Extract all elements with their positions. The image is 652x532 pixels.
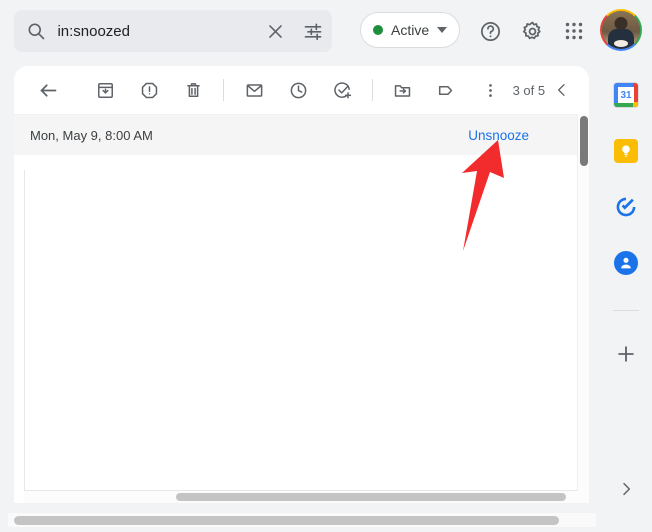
delete-button[interactable]: [177, 73, 211, 107]
avatar[interactable]: [600, 9, 642, 51]
status-chip[interactable]: Active: [360, 12, 461, 48]
calendar-icon: 31: [614, 83, 638, 107]
side-panel-item-keep[interactable]: [609, 134, 643, 168]
message-counter: 3 of 5: [512, 82, 546, 98]
gmail-message-view: Active: [0, 0, 652, 532]
app-header: Active: [0, 0, 652, 62]
chevron-down-icon: [437, 27, 448, 33]
calendar-day: 31: [618, 87, 634, 103]
side-panel-item-tasks[interactable]: [609, 190, 643, 224]
help-icon[interactable]: [473, 14, 507, 48]
report-spam-button[interactable]: [133, 73, 167, 107]
page-horizontal-scrollbar[interactable]: [8, 513, 596, 527]
message-horizontal-scrollbar[interactable]: [24, 491, 579, 503]
toolbar-divider: [223, 79, 225, 101]
message-toolbar: 3 of 5: [14, 66, 589, 114]
side-panel-item-contacts[interactable]: [609, 246, 643, 280]
vertical-scrollbar-thumb[interactable]: [580, 116, 588, 166]
search-bar[interactable]: [14, 10, 332, 52]
move-to-button[interactable]: [386, 73, 420, 107]
side-panel: 31: [600, 62, 652, 532]
message-vertical-scrollbar[interactable]: [577, 114, 589, 503]
expand-side-panel-button[interactable]: [609, 472, 643, 506]
close-icon[interactable]: [256, 10, 294, 52]
apps-grid-icon[interactable]: [557, 14, 591, 48]
horizontal-scrollbar-thumb[interactable]: [176, 493, 566, 501]
message-card: 3 of 5 Mon, May 9, 8:00 AM Unsnooze: [14, 66, 589, 503]
toolbar-divider-2: [372, 79, 374, 101]
search-icon: [14, 21, 57, 41]
back-button[interactable]: [32, 73, 66, 107]
search-options-icon[interactable]: [294, 10, 332, 52]
more-options-button[interactable]: [474, 73, 508, 107]
tasks-icon: [616, 197, 636, 217]
search-input[interactable]: [57, 22, 257, 40]
page-horizontal-scrollbar-thumb[interactable]: [14, 516, 559, 525]
add-to-tasks-button[interactable]: [325, 73, 359, 107]
previous-message-button[interactable]: [547, 73, 577, 107]
message-body: [24, 170, 579, 491]
snooze-banner: Mon, May 9, 8:00 AM Unsnooze: [14, 114, 589, 155]
contacts-icon: [614, 251, 638, 275]
mark-unread-button[interactable]: [237, 73, 271, 107]
unsnooze-link[interactable]: Unsnooze: [468, 128, 573, 143]
snooze-date: Mon, May 9, 8:00 AM: [30, 127, 153, 143]
add-addon-button[interactable]: [609, 337, 643, 371]
archive-button[interactable]: [89, 73, 123, 107]
status-label: Active: [391, 22, 430, 38]
avatar-image: [602, 11, 640, 49]
labels-button[interactable]: [430, 73, 464, 107]
snooze-button[interactable]: [281, 73, 315, 107]
gear-icon[interactable]: [515, 14, 549, 48]
keep-icon: [614, 139, 638, 163]
side-panel-divider: [613, 310, 639, 311]
status-dot: [373, 25, 383, 35]
side-panel-item-calendar[interactable]: 31: [609, 78, 643, 112]
